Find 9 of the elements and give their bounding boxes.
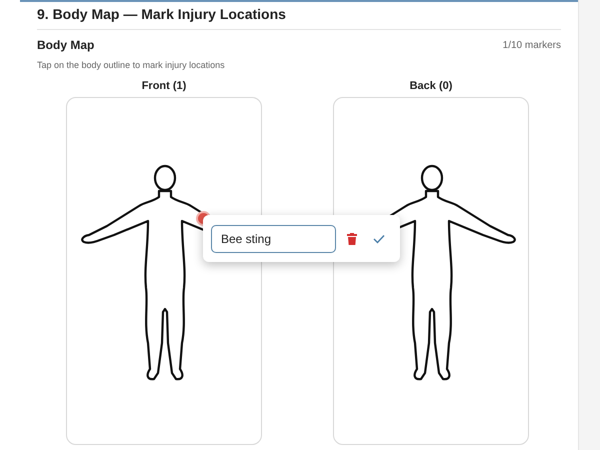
hint-text: Tap on the body outline to mark injury locations [37,59,226,72]
note-input[interactable]: Bee sting [211,224,336,252]
marker-count: 1/10 markers [502,38,561,52]
view-label: Front (1) [142,78,186,94]
delete-icon[interactable] [346,232,358,246]
field-label: Body Map [37,37,94,54]
body-panel[interactable] [333,97,529,445]
section-title: 9. Body Map — Mark Injury Locations [37,4,561,30]
view-label: Back (0) [410,78,452,94]
